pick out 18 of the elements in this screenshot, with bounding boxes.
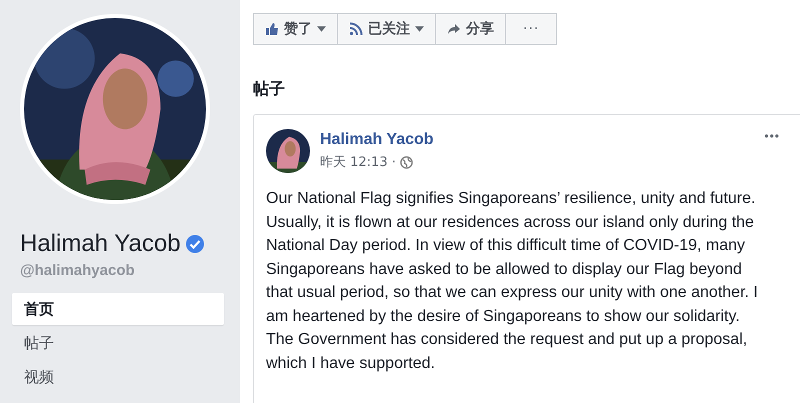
action-button[interactable]: 分享 bbox=[435, 13, 506, 45]
globe-icon bbox=[400, 156, 413, 168]
author-name[interactable]: Halimah Yacob bbox=[320, 131, 754, 149]
action-button[interactable]: 已关注 bbox=[337, 13, 436, 45]
nav-item[interactable]: 帖子 bbox=[12, 327, 224, 359]
page-handle: @halimahyacob bbox=[20, 262, 136, 279]
nav-item[interactable]: 首页 bbox=[12, 293, 224, 325]
action-button[interactable]: ··· bbox=[505, 13, 558, 45]
rss-icon bbox=[349, 22, 363, 36]
page-name: Halimah Yacob bbox=[20, 230, 181, 258]
nav-item[interactable]: 视频 bbox=[12, 361, 224, 393]
more-options-button[interactable]: ••• bbox=[764, 129, 788, 143]
action-button[interactable]: 赞了 bbox=[253, 13, 338, 45]
post-text: Our National Flag signifies Singaporeans’ resilience, unity and future. Usually, it is flown at our residences across our island only during the National Day period. In view of this difficult time of COVID-19, many Singaporeans have asked to be allowed to display our Flag beyond that usual period, so that we can express our unity with one another. I am heartened by the desire of Singaporeans to show our solidarity. The Government has considered the request and put up a proposal, which I have supported. bbox=[266, 189, 759, 374]
post-time[interactable]: 昨天 12:13 · bbox=[320, 153, 396, 171]
thumbs-up-icon bbox=[265, 22, 279, 36]
share-arrow-icon bbox=[447, 22, 461, 36]
section-title: 帖子 bbox=[253, 79, 286, 100]
